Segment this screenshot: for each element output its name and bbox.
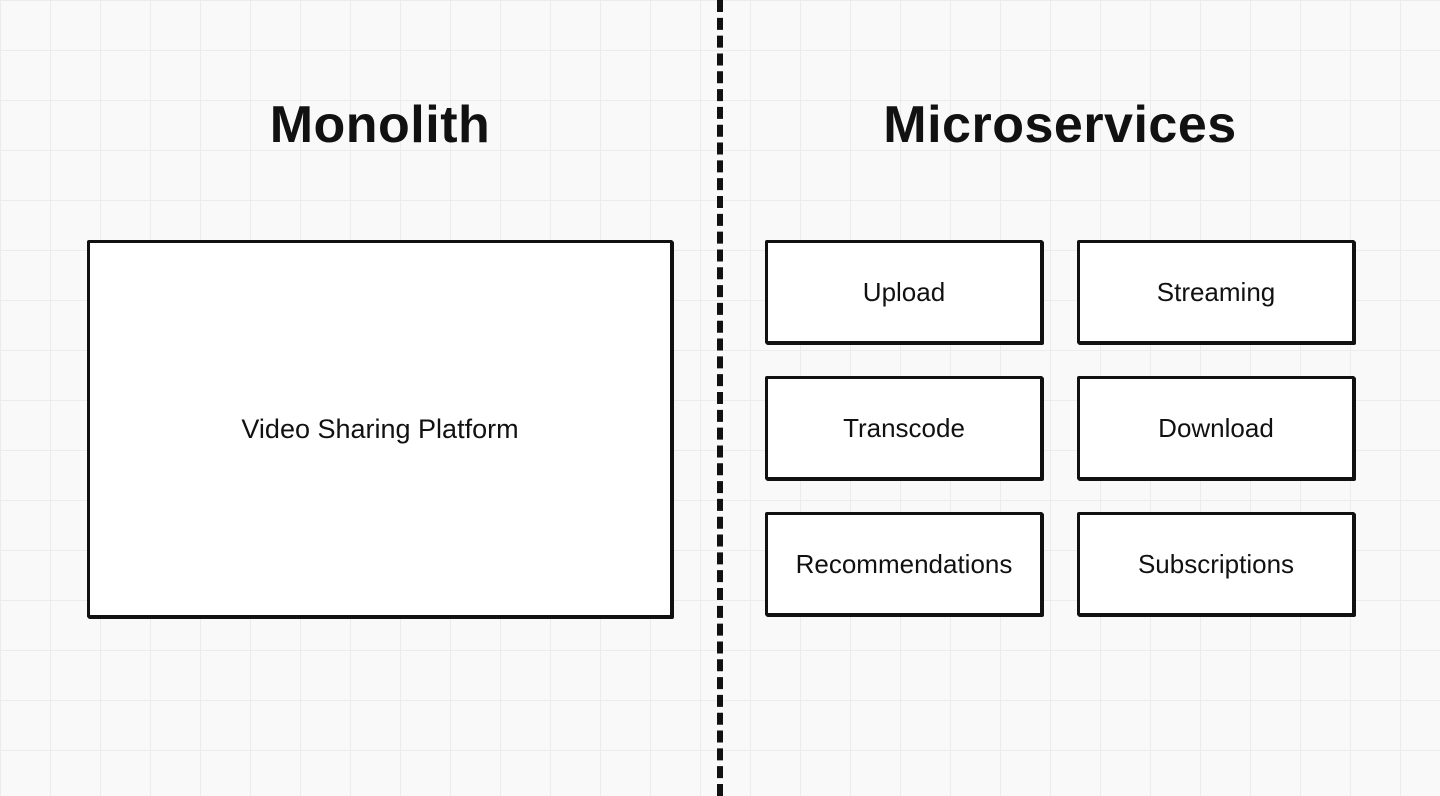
service-box: Subscriptions <box>1077 512 1355 616</box>
service-box: Streaming <box>1077 240 1355 344</box>
diagram-container: Monolith Video Sharing Platform Microser… <box>0 0 1440 796</box>
service-label: Streaming <box>1157 277 1276 308</box>
service-box: Download <box>1077 376 1355 480</box>
vertical-divider <box>717 0 723 796</box>
service-label: Transcode <box>843 413 965 444</box>
services-grid: Upload Streaming Transcode Download Reco… <box>765 240 1355 616</box>
service-box: Transcode <box>765 376 1043 480</box>
service-box: Upload <box>765 240 1043 344</box>
service-label: Subscriptions <box>1138 549 1294 580</box>
monolith-panel: Monolith Video Sharing Platform <box>0 0 720 796</box>
service-label: Recommendations <box>796 549 1013 580</box>
monolith-title: Monolith <box>270 95 491 155</box>
microservices-panel: Microservices Upload Streaming Transcode… <box>720 0 1440 796</box>
service-label: Upload <box>863 277 945 308</box>
monolith-box: Video Sharing Platform <box>87 240 673 618</box>
microservices-title: Microservices <box>883 95 1236 155</box>
service-label: Download <box>1158 413 1274 444</box>
service-box: Recommendations <box>765 512 1043 616</box>
monolith-box-label: Video Sharing Platform <box>241 414 518 445</box>
